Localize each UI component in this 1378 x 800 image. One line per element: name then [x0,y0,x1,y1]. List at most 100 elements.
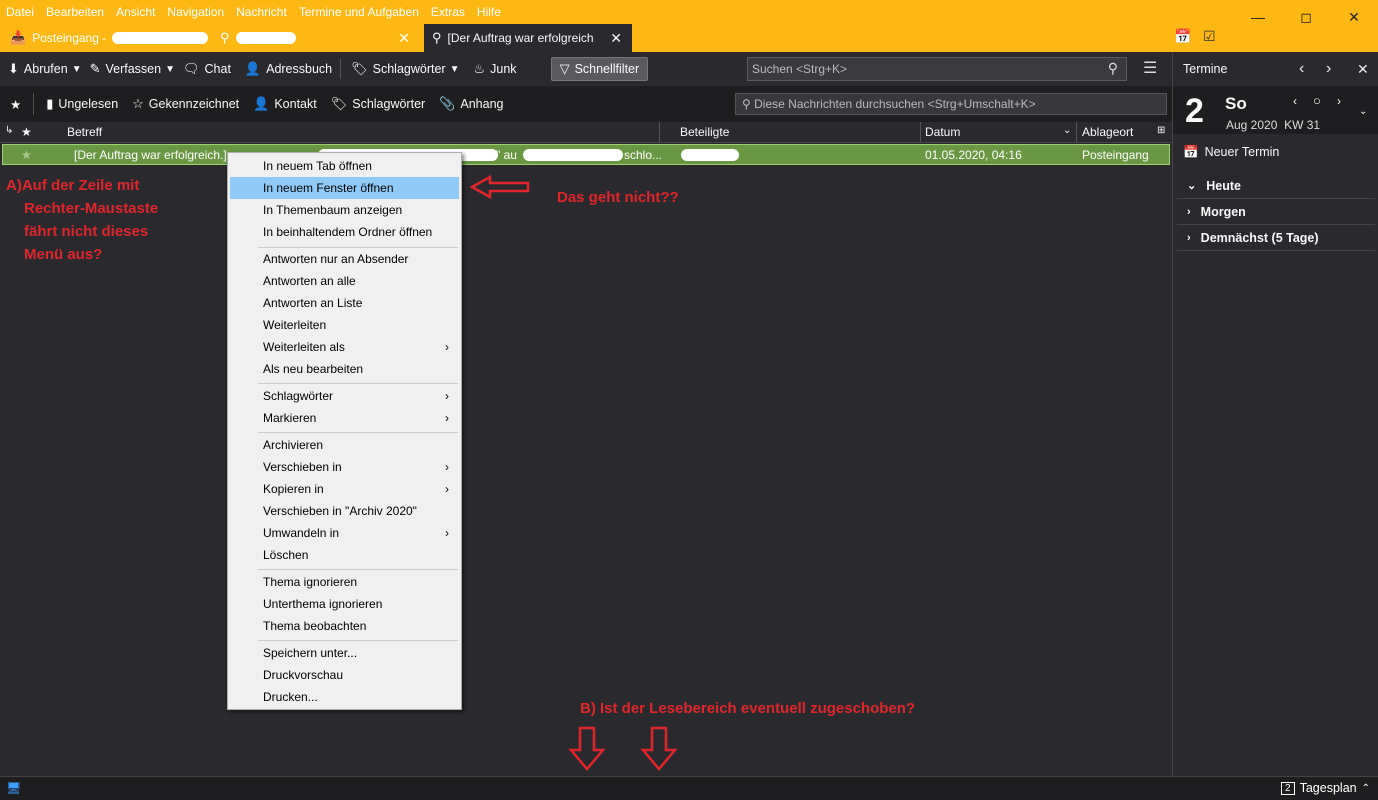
chevron-right-icon: › [1187,231,1191,244]
menu-convert-to[interactable]: Umwandeln in › [230,522,459,544]
month-week: Aug 2020 KW 31 [1226,118,1320,132]
menu-ansicht[interactable]: Ansicht [116,5,155,19]
column-date[interactable]: Datum [925,125,960,139]
column-separator[interactable] [920,122,921,142]
menu-ignore-thread[interactable]: Thema ignorieren [230,571,459,593]
menu-nachricht[interactable]: Nachricht [236,5,287,19]
tab-inbox[interactable]: 📥 Posteingang - [4,24,210,52]
chevron-right-icon: › [445,411,449,425]
calendar-tab-icon[interactable]: 📅 [1174,28,1191,45]
new-event-button[interactable]: 📅 Neuer Termin [1173,136,1378,168]
quick-filter-button[interactable]: ▽ Schnellfilter [550,57,649,81]
menu-save-as[interactable]: Speichern unter... [230,642,459,664]
menu-bearbeiten[interactable]: Bearbeiten [46,5,104,19]
chevron-left-icon[interactable]: ‹ [1293,94,1297,108]
column-separator[interactable] [1076,122,1077,142]
online-status-icon[interactable]: 🖥 [6,781,22,795]
menu-delete[interactable]: Löschen [230,544,459,566]
menu-print-preview[interactable]: Druckvorschau [230,664,459,686]
quick-filter-bar: ★ ▮ Ungelesen ☆ Gekennzeichnet 👤 Kontakt… [0,86,1172,122]
menu-mark[interactable]: Markieren › [230,407,459,429]
column-folder[interactable]: Ablageort [1082,125,1133,139]
menu-copy-to[interactable]: Kopieren in › [230,478,459,500]
tags-button[interactable]: 🏷 Schlagwörter ▼ [351,61,459,77]
get-messages-button[interactable]: ⬇ Abrufen [8,61,68,77]
menu-edit-as-new[interactable]: Als neu bearbeiten [230,358,459,380]
menu-separator [258,383,458,384]
chevron-right-icon[interactable]: › [1326,60,1331,78]
chevron-down-icon[interactable]: ▼ [72,64,82,75]
column-subject[interactable]: Betreff [67,125,102,139]
menu-navigation[interactable]: Navigation [167,5,224,19]
menu-termine[interactable]: Termine und Aufgaben [299,5,419,19]
menu-copy-to-label: Kopieren in [263,482,324,496]
thread-column-icon[interactable]: ↳ [5,125,13,136]
chevron-right-icon[interactable]: › [1337,94,1341,108]
menu-reply-all[interactable]: Antworten an alle [230,270,459,292]
menu-hilfe[interactable]: Hilfe [477,5,501,19]
chevron-left-icon[interactable]: ‹ [1299,60,1304,78]
menu-ignore-subthread[interactable]: Unterthema ignorieren [230,593,459,615]
thread-column-header: ↳ ★ Betreff Beteiligte Datum ⌄ Ablageort… [0,122,1172,143]
menu-open-containing-folder[interactable]: In beinhaltendem Ordner öffnen [230,221,459,243]
menu-open-in-new-tab[interactable]: In neuem Tab öffnen [230,155,459,177]
menu-move-to-label: Verschieben in [263,460,342,474]
menu-watch-thread[interactable]: Thema beobachten [230,615,459,637]
tab-message[interactable]: ⚲ [Der Auftrag war erfolgreich ✕ [424,24,632,52]
menu-archive[interactable]: Archivieren [230,434,459,456]
menu-separator [258,569,458,570]
agenda-tomorrow[interactable]: › Morgen [1177,199,1375,225]
search-icon: ⚲ [1107,60,1118,76]
minimize-button[interactable]: — [1234,0,1282,34]
address-book-label: Adressbuch [266,62,333,76]
close-icon[interactable]: ✕ [1357,61,1369,78]
menu-extras[interactable]: Extras [431,5,465,19]
filter-unread-button[interactable]: ▮ Ungelesen [46,96,118,112]
filter-tags-button[interactable]: 🏷 Schlagwörter [331,96,425,112]
write-button[interactable]: ✎ Verfassen [90,61,162,77]
filter-search-placeholder: Diese Nachrichten durchsuchen <Strg+Umsc… [754,97,1036,111]
menu-show-in-thread[interactable]: In Themenbaum anzeigen [230,199,459,221]
column-participants[interactable]: Beteiligte [680,125,729,139]
menu-forward[interactable]: Weiterleiten [230,314,459,336]
today-pane-toggle[interactable]: 2 Tagesplan ⌃ [1281,781,1370,795]
tasks-tab-icon[interactable]: ☑ [1203,28,1216,45]
tab-search[interactable]: ⚲ ✕ [214,24,420,52]
filter-starred-button[interactable]: ☆ Gekennzeichnet [132,96,239,112]
close-tab-icon[interactable]: ✕ [398,30,410,47]
toolbar-separator [340,59,342,79]
filter-search-input[interactable]: ⚲ Diese Nachrichten durchsuchen <Strg+Um… [735,93,1167,115]
filter-contact-label: Kontakt [274,97,317,111]
hamburger-menu-icon[interactable]: ☰ [1143,58,1157,78]
chevron-down-icon[interactable]: ⌄ [1359,106,1367,117]
junk-button[interactable]: ♨ Junk [474,61,517,77]
chevron-down-icon[interactable]: ▼ [165,64,175,75]
today-circle-icon[interactable]: ○ [1313,93,1321,108]
star-icon[interactable]: ★ [21,148,32,162]
star-column-icon[interactable]: ★ [21,125,32,139]
maximize-button[interactable]: ◻ [1282,0,1330,34]
filter-attachment-button[interactable]: 📎 Anhang [439,96,503,112]
filter-contact-button[interactable]: 👤 Kontakt [253,96,317,112]
agenda-today[interactable]: ⌄ Heute [1177,173,1375,199]
column-picker-icon[interactable]: ⊞ [1157,125,1165,136]
menu-forward-as[interactable]: Weiterleiten als › [230,336,459,358]
sticky-pin-icon[interactable]: ★ [10,97,21,112]
close-tab-icon[interactable]: ✕ [610,30,622,47]
menu-print[interactable]: Drucken... [230,686,459,708]
menu-move-to-archive[interactable]: Verschieben in "Archiv 2020" [230,500,459,522]
menu-open-in-new-window[interactable]: In neuem Fenster öffnen [230,177,459,199]
menu-datei[interactable]: Datei [6,5,34,19]
address-book-button[interactable]: 👤 Adressbuch [245,61,332,77]
menu-reply-sender[interactable]: Antworten nur an Absender [230,248,459,270]
menu-tags[interactable]: Schlagwörter › [230,385,459,407]
tag-icon: 🏷 [351,61,368,76]
menu-reply-list[interactable]: Antworten an Liste [230,292,459,314]
chat-button[interactable]: 🗨 Chat [183,61,231,77]
global-search-input[interactable]: Suchen <Strg+K> ⚲ [747,57,1127,81]
column-separator[interactable] [659,122,660,142]
close-window-button[interactable]: ✕ [1330,0,1378,34]
agenda-soon[interactable]: › Demnächst (5 Tage) [1177,225,1375,251]
menu-move-to[interactable]: Verschieben in › [230,456,459,478]
table-row[interactable]: ★ [Der Auftrag war erfolgreich.] " au sc… [2,144,1170,165]
